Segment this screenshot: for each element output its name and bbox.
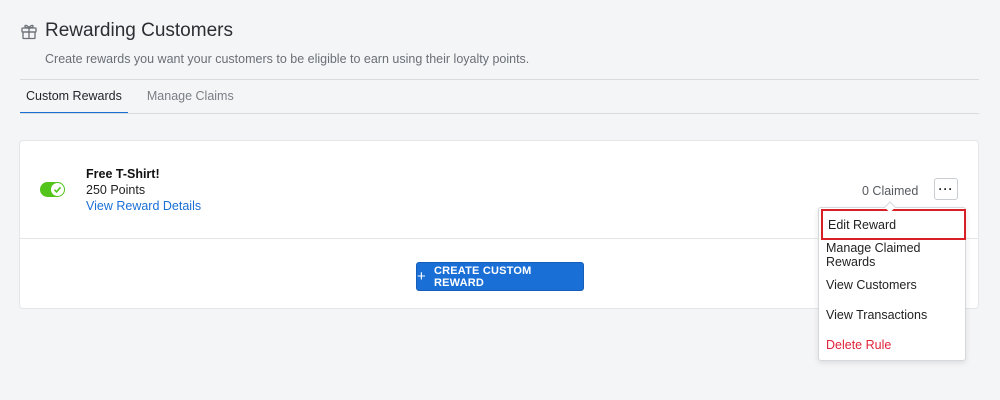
reward-name: Free T-Shirt! bbox=[86, 167, 160, 181]
more-actions-button[interactable]: ··· bbox=[934, 178, 958, 200]
title-row: Rewarding Customers bbox=[20, 20, 980, 42]
view-reward-details-link[interactable]: View Reward Details bbox=[86, 199, 201, 213]
page-subtitle: Create rewards you want your customers t… bbox=[45, 52, 530, 66]
plus-icon: + bbox=[417, 268, 426, 285]
menu-item-view-transactions[interactable]: View Transactions bbox=[819, 300, 965, 330]
create-button-label: CREATE CUSTOM REWARD bbox=[433, 264, 532, 289]
tab-custom-rewards[interactable]: Custom Rewards bbox=[20, 80, 128, 114]
create-custom-reward-button[interactable]: + CREATE CUSTOM REWARD bbox=[416, 262, 584, 291]
page-header: Rewarding Customers Create rewards you w… bbox=[20, 20, 980, 66]
menu-item-manage-claimed-rewards[interactable]: Manage Claimed Rewards bbox=[819, 240, 965, 270]
reward-enabled-toggle[interactable] bbox=[40, 182, 65, 197]
page-title: Rewarding Customers bbox=[45, 20, 233, 41]
reward-actions-menu: Edit Reward Manage Claimed Rewards View … bbox=[818, 207, 966, 361]
tabs-divider bbox=[20, 113, 979, 114]
tab-manage-claims[interactable]: Manage Claims bbox=[141, 80, 240, 114]
reward-points: 250 Points bbox=[86, 183, 146, 197]
claimed-count: 0 Claimed bbox=[862, 184, 919, 198]
tab-bar: Custom Rewards Manage Claims bbox=[20, 80, 240, 114]
gift-icon bbox=[20, 22, 38, 40]
menu-item-edit-reward[interactable]: Edit Reward bbox=[821, 209, 966, 240]
more-icon: ··· bbox=[938, 182, 954, 196]
menu-item-delete-rule[interactable]: Delete Rule bbox=[819, 330, 965, 360]
menu-item-view-customers[interactable]: View Customers bbox=[819, 270, 965, 300]
check-icon bbox=[51, 183, 64, 196]
rewards-page: Rewarding Customers Create rewards you w… bbox=[0, 0, 1000, 400]
